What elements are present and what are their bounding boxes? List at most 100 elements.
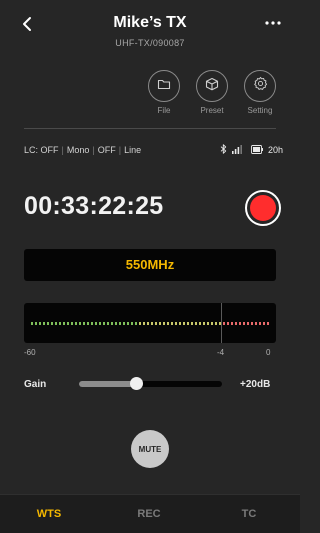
meter-segment (251, 322, 253, 325)
meter-segment (107, 322, 109, 325)
gain-slider-thumb[interactable] (129, 377, 143, 390)
tab-tc[interactable]: TC (219, 508, 279, 520)
meter-segment (231, 322, 233, 325)
meter-segment (103, 322, 105, 325)
preset-button[interactable]: Preset (192, 70, 232, 115)
meter-segment (59, 322, 61, 325)
meter-segment (247, 322, 249, 325)
meter-segment (179, 322, 181, 325)
meter-segment (195, 322, 197, 325)
meter-segment (51, 322, 53, 325)
record-dot-icon (250, 195, 276, 221)
device-id: UHF-TX/090087 (115, 38, 185, 48)
gain-value: +20dB (240, 379, 271, 390)
meter-segment (147, 322, 149, 325)
frequency-display[interactable]: 550MHz (24, 249, 276, 281)
meter-segment (95, 322, 97, 325)
meter-segment (131, 322, 133, 325)
meter-scale-mid: -4 (217, 348, 225, 357)
meter-segment (211, 322, 213, 325)
meter-segment (203, 322, 205, 325)
setting-button[interactable]: Setting (240, 70, 280, 115)
folder-icon (157, 77, 171, 96)
bluetooth-icon (220, 144, 227, 156)
mono-label: Mono (66, 145, 90, 155)
meter-segment (35, 322, 37, 325)
meter-scale-max: 0 (266, 348, 271, 357)
meter-segment (143, 322, 145, 325)
meter-segment (119, 322, 121, 325)
meter-segment (259, 322, 261, 325)
meter-segment (227, 322, 229, 325)
meter-segment (67, 322, 69, 325)
meter-segment (175, 322, 177, 325)
page-title: Mike’s TX (113, 14, 187, 31)
meter-segment (155, 322, 157, 325)
meter-segment (151, 322, 153, 325)
meter-segment (191, 322, 193, 325)
meter-segment (215, 322, 217, 325)
file-label: File (157, 106, 171, 115)
device-status: 20h (220, 144, 283, 156)
file-button[interactable]: File (144, 70, 184, 115)
meter-segment (75, 322, 77, 325)
meter-segment (83, 322, 85, 325)
setting-label: Setting (247, 106, 273, 115)
mute-label: MUTE (138, 444, 162, 454)
battery-time: 20h (268, 145, 284, 155)
meter-segment (87, 322, 89, 325)
meter-segment (99, 322, 101, 325)
meter-segment (187, 322, 189, 325)
mono-status: OFF (97, 145, 116, 155)
signal-icon (232, 144, 242, 156)
meter-segment (235, 322, 237, 325)
meter-segment (183, 322, 185, 325)
meter-segment (159, 322, 161, 325)
frequency-value: 550MHz (125, 257, 175, 272)
meter-segment (39, 322, 41, 325)
meter-scale-min: -60 (24, 348, 36, 357)
timecode-display: 00:33:22:25 (24, 192, 164, 220)
preset-label: Preset (200, 106, 224, 115)
divider (24, 128, 276, 129)
gear-icon (253, 76, 268, 96)
meter-segment (43, 322, 45, 325)
meter-segment (255, 322, 257, 325)
meter-segment (267, 322, 269, 325)
meter-segment (55, 322, 57, 325)
meter-marker (221, 303, 222, 343)
meter-segment (239, 322, 241, 325)
meter-segment (111, 322, 113, 325)
meter-segment (243, 322, 245, 325)
battery-icon (251, 144, 263, 156)
meter-segment (79, 322, 81, 325)
meter-segment (115, 322, 117, 325)
meter-segment (163, 322, 165, 325)
meter-segment (31, 322, 33, 325)
cube-icon (205, 77, 219, 96)
meter-segment (219, 322, 221, 325)
meter-segment (167, 322, 169, 325)
input-mode: Line (124, 145, 142, 155)
record-button[interactable] (245, 190, 281, 226)
tab-rec[interactable]: REC (119, 508, 179, 520)
meter-segment (263, 322, 265, 325)
meter-segment (127, 322, 129, 325)
lc-status: LC: OFF (24, 145, 59, 155)
mute-button[interactable]: MUTE (131, 430, 169, 468)
more-options-icon[interactable] (264, 15, 282, 31)
meter-segment (223, 322, 225, 325)
meter-segment (199, 322, 201, 325)
meter-segment (47, 322, 49, 325)
meter-segment (139, 322, 141, 325)
meter-segment (171, 322, 173, 325)
status-settings: LC: OFF | Mono | OFF | Line (24, 145, 142, 155)
meter-segment (135, 322, 137, 325)
meter-segment (91, 322, 93, 325)
tab-wts[interactable]: WTS (19, 508, 79, 520)
meter-segment (63, 322, 65, 325)
meter-segment (71, 322, 73, 325)
gain-label: Gain (24, 379, 47, 390)
gain-slider-fill (79, 381, 137, 387)
meter-segment (123, 322, 125, 325)
